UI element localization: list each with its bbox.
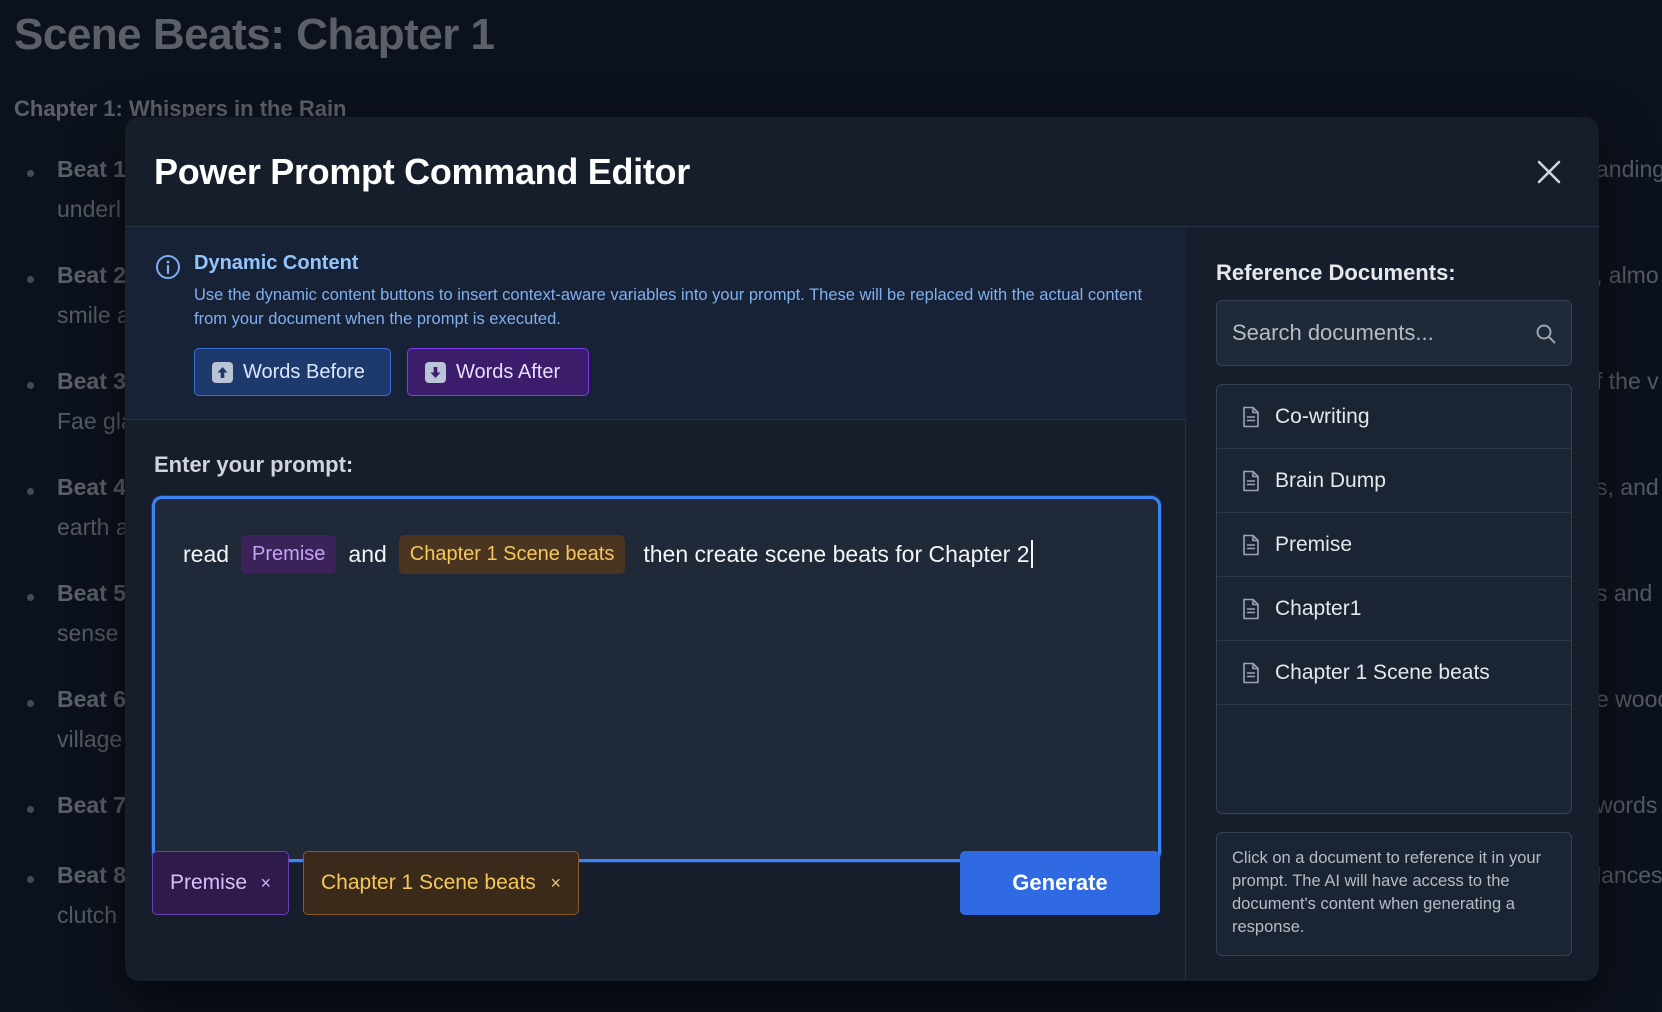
document-item[interactable]: Premise [1217,513,1571,577]
document-item[interactable]: Co-writing [1217,385,1571,449]
search-icon [1536,324,1556,344]
remove-tag-button[interactable]: × [550,873,561,894]
referenced-doc-tag: Chapter 1 Scene beats × [303,851,579,915]
dynamic-content-panel: Dynamic Content Use the dynamic content … [125,227,1186,420]
generate-button[interactable]: Generate [960,851,1160,915]
info-icon [156,255,180,279]
reference-documents-title: Reference Documents: [1216,260,1456,285]
prompt-pane: Dynamic Content Use the dynamic content … [125,227,1186,981]
reference-help-text: Click on a document to reference it in y… [1216,832,1572,956]
prompt-text: and [348,540,387,567]
document-name: Co-writing [1275,404,1370,428]
document-icon [1242,534,1260,556]
document-item[interactable]: Chapter 1 Scene beats [1217,641,1571,705]
modal-header: Power Prompt Command Editor [125,117,1599,227]
text-caret [1030,540,1033,568]
document-icon [1242,598,1260,620]
inline-reference-chip[interactable]: Premise [241,534,337,574]
words-after-label: Words After [456,360,561,383]
power-prompt-modal: Power Prompt Command Editor Dynamic Cont… [125,117,1599,981]
document-name: Chapter 1 Scene beats [1275,660,1490,684]
document-list: Co-writing Brain Dump Premise Chapter1 C… [1216,384,1572,814]
document-icon [1242,406,1260,428]
close-button[interactable] [1530,153,1568,191]
prompt-editor[interactable]: read Premise and Chapter 1 Scene beats t… [152,496,1161,862]
document-name: Chapter1 [1275,596,1362,620]
remove-tag-button[interactable]: × [260,873,271,894]
reference-documents-pane: Reference Documents: Co-writing Brain Du… [1187,227,1599,981]
document-name: Brain Dump [1275,468,1386,492]
prompt-text: read [183,540,230,567]
tag-label: Chapter 1 Scene beats [321,871,536,894]
close-icon [1537,160,1561,184]
prompt-text: then create scene beats for Chapter 2 [643,540,1030,567]
prompt-label: Enter your prompt: [154,452,354,477]
document-item[interactable]: Chapter1 [1217,577,1571,641]
dynamic-content-title: Dynamic Content [194,252,359,274]
modal-title: Power Prompt Command Editor [154,151,690,192]
inline-reference-chip[interactable]: Chapter 1 Scene beats [398,534,626,574]
dynamic-content-description: Use the dynamic content buttons to inser… [194,286,1143,328]
document-item[interactable]: Brain Dump [1217,449,1571,513]
words-after-button[interactable]: Words After [407,348,589,396]
tag-label: Premise [170,871,248,894]
search-input[interactable] [1217,301,1517,365]
down-arrow-emoji-icon [425,361,446,383]
document-icon [1242,470,1260,492]
document-name: Premise [1275,532,1353,556]
search-box [1216,300,1572,366]
prompt-content: read Premise and Chapter 1 Scene beats t… [183,534,1033,574]
words-before-label: Words Before [243,360,365,383]
words-before-button[interactable]: Words Before [194,348,391,396]
up-arrow-emoji-icon [212,361,233,383]
document-icon [1242,662,1260,684]
referenced-doc-tag: Premise × [152,851,289,915]
